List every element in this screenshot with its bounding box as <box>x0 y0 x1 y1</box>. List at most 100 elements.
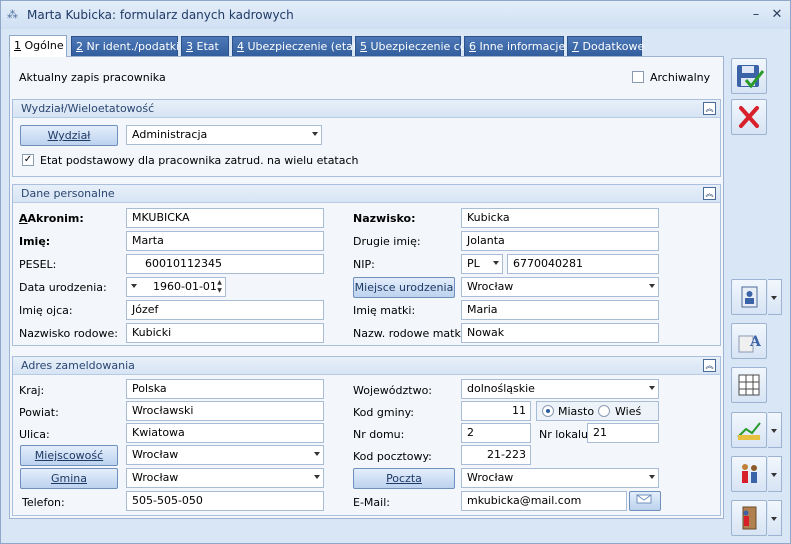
kod-gminy-input[interactable]: 11 <box>461 401 531 421</box>
poczta-combo[interactable]: Wrocław <box>461 468 659 488</box>
email-input[interactable]: mkubicka@mail.com <box>461 491 627 511</box>
nip-label: NIP: <box>353 258 375 271</box>
miejsce-urodzenia-combo[interactable]: Wrocław <box>461 277 659 297</box>
close-window-button[interactable]: ✕ <box>768 6 786 24</box>
save-icon <box>737 65 765 89</box>
nip-input[interactable]: 6770040281 <box>507 254 659 274</box>
nazwisko-input[interactable]: Kubicka <box>461 208 659 228</box>
main-job-checkbox[interactable]: ✓ <box>22 154 34 166</box>
chevron-down-icon <box>649 386 655 390</box>
telefon-input[interactable]: 505-505-050 <box>126 491 324 511</box>
group-title: Dane personalne <box>21 187 115 200</box>
wies-radio[interactable] <box>598 405 610 417</box>
font-icon: A <box>738 334 762 353</box>
wies-label: Wieś <box>615 405 642 418</box>
akronim-input[interactable]: MKUBICKA <box>126 208 324 228</box>
tab-ogolne[interactable]: 1 Ogólne <box>9 35 67 57</box>
send-email-button[interactable] <box>629 491 661 511</box>
tab-inne-informacje[interactable]: 6 Inne informacje <box>464 36 565 56</box>
kod-pocztowy-label: Kod pocztowy: <box>353 450 432 463</box>
imie-matki-label: Imię matki: <box>353 304 416 317</box>
imie-label: Imię: <box>19 235 51 248</box>
group-header-wydzial: Wydział/Wieloetatowość ︽ <box>13 100 720 118</box>
akronim-label: AAkronim: <box>19 212 84 225</box>
current-record-label: Aktualny zapis pracownika <box>19 71 166 84</box>
documents-button[interactable] <box>731 412 767 448</box>
close-icon <box>739 106 759 128</box>
ulica-input[interactable]: Kwiatowa <box>126 423 324 443</box>
chevron-down-icon <box>649 284 655 288</box>
drugie-imie-input[interactable]: Jolanta <box>461 231 659 251</box>
documents-dropdown[interactable] <box>768 412 782 448</box>
save-button[interactable] <box>731 58 767 94</box>
group-header-personal: Dane personalne ︽ <box>13 185 720 203</box>
minimize-button[interactable]: – <box>747 6 765 24</box>
pesel-input[interactable]: 60010112345 <box>126 254 324 274</box>
tab-nr-ident[interactable]: 2 Nr ident./podatki <box>71 36 179 56</box>
tab-ubezpieczenie-etat[interactable]: 4 Ubezpieczenie (etat) <box>232 36 361 56</box>
collapse-icon[interactable]: ︽ <box>703 102 716 115</box>
miejscowosc-combo[interactable]: Wrocław <box>126 445 324 465</box>
exit-button[interactable] <box>731 500 767 536</box>
table-view-button[interactable] <box>731 367 767 403</box>
locality-type-group: Miasto Wieś <box>536 401 659 421</box>
chart-icon <box>737 422 761 440</box>
chevron-down-icon <box>493 261 499 265</box>
gmina-button[interactable]: Gmina <box>20 468 118 489</box>
family-button[interactable] <box>731 456 767 492</box>
nr-domu-input[interactable]: 2 <box>461 423 531 443</box>
family-dropdown[interactable] <box>768 456 782 492</box>
powiat-label: Powiat: <box>19 406 59 419</box>
kraj-input[interactable]: Polska <box>126 379 324 399</box>
spin-down-icon[interactable]: ▼ <box>215 287 224 295</box>
miejsce-urodzenia-button[interactable]: Miejsce urodzenia <box>353 277 455 298</box>
tab-panel-ogolne: Aktualny zapis pracownika Archiwalny Wyd… <box>9 56 724 519</box>
id-card-icon <box>741 286 758 308</box>
archived-label: Archiwalny <box>650 71 711 84</box>
nr-lokalu-label: Nr lokalu: <box>539 428 592 441</box>
nazw-rodowe-matki-input[interactable]: Nowak <box>461 323 659 343</box>
pesel-label: PESEL: <box>19 258 57 271</box>
collapse-icon[interactable]: ︽ <box>703 187 716 200</box>
miejscowosc-button[interactable]: Miejscowość <box>20 445 118 466</box>
app-icon: ⁂ <box>7 8 18 21</box>
spelling-button[interactable]: A <box>731 323 767 359</box>
nazwisko-rodowe-input[interactable]: Kubicki <box>126 323 324 343</box>
group-wydzial: Wydział/Wieloetatowość ︽ Wydział Adminis… <box>12 99 721 177</box>
imie-input[interactable]: Marta <box>126 231 324 251</box>
nr-lokalu-input[interactable]: 21 <box>587 423 659 443</box>
spin-up-icon[interactable]: ▲ <box>215 279 224 287</box>
wojewodztwo-combo[interactable]: dolnośląskie <box>461 379 659 399</box>
kod-pocztowy-input[interactable]: 21-223 <box>461 445 531 465</box>
collapse-icon[interactable]: ︽ <box>703 359 716 372</box>
tab-dodatkowe[interactable]: 7 Dodatkowe <box>567 36 644 56</box>
gmina-combo[interactable]: Wrocław <box>126 468 324 488</box>
window: ⁂ Marta Kubicka: formularz danych kadrow… <box>0 0 791 544</box>
employee-card-button[interactable] <box>731 279 767 315</box>
door-icon <box>742 506 757 530</box>
powiat-input[interactable]: Wrocławski <box>126 401 324 421</box>
chevron-down-icon <box>312 132 318 136</box>
miasto-radio[interactable] <box>542 405 554 417</box>
people-icon <box>742 464 757 483</box>
wydzial-button[interactable]: Wydział <box>20 125 118 146</box>
ulica-label: Ulica: <box>19 428 50 441</box>
data-urodzenia-input[interactable]: 1960-01-01 ▲ ▼ <box>126 277 226 297</box>
exit-dropdown[interactable] <box>768 500 782 536</box>
kraj-label: Kraj: <box>19 384 45 397</box>
chevron-down-icon <box>314 475 320 479</box>
wydzial-combo[interactable]: Administracja <box>126 125 322 145</box>
imie-matki-input[interactable]: Maria <box>461 300 659 320</box>
title-bar: ⁂ Marta Kubicka: formularz danych kadrow… <box>1 1 790 29</box>
archived-checkbox[interactable] <box>632 71 644 83</box>
nip-prefix-combo[interactable]: PL <box>461 254 503 274</box>
cancel-button[interactable] <box>731 99 767 135</box>
kod-gminy-label: Kod gminy: <box>353 406 415 419</box>
nazwisko-label: Nazwisko: <box>353 212 416 225</box>
tab-ubezpieczenie-cd[interactable]: 5 Ubezpieczenie cd <box>355 36 467 56</box>
imie-ojca-input[interactable]: Józef <box>126 300 324 320</box>
employee-card-dropdown[interactable] <box>768 279 782 315</box>
tab-etat[interactable]: 3 Etat <box>181 36 229 56</box>
poczta-button[interactable]: Poczta <box>353 468 455 489</box>
telefon-label: Telefon: <box>22 496 65 509</box>
